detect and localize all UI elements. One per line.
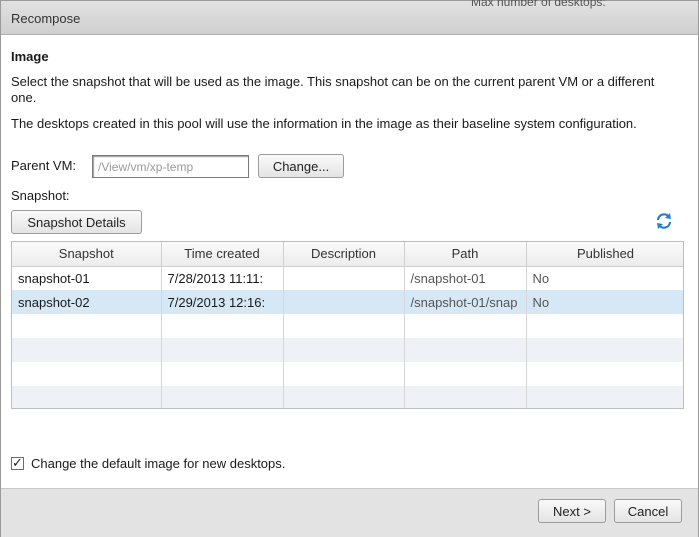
table-row-selected[interactable]: snapshot-02 7/29/2013 12:16: /snapshot-0… — [12, 290, 683, 314]
column-header-path[interactable]: Path — [404, 242, 527, 267]
cell-snapshot: snapshot-01 — [12, 266, 162, 290]
default-image-checkbox[interactable]: ✓ — [11, 455, 24, 470]
empty-row — [12, 362, 683, 386]
cell-time-created: 7/29/2013 12:16: — [161, 290, 284, 314]
column-header-description[interactable]: Description — [283, 242, 405, 267]
checkmark-icon: ✓ — [12, 455, 23, 470]
cell-time-created: 7/28/2013 11:11: — [161, 266, 284, 290]
table-row[interactable]: snapshot-01 7/28/2013 11:11: /snapshot-0… — [12, 266, 683, 290]
parent-vm-field[interactable] — [92, 155, 249, 178]
image-section-title: Image — [11, 49, 49, 64]
cell-snapshot: snapshot-02 — [12, 290, 162, 314]
cancel-button[interactable]: Cancel — [614, 499, 682, 523]
cell-description — [283, 290, 405, 314]
snapshot-table: Snapshot Time created Description Path P… — [11, 241, 684, 409]
table-header-row: Snapshot Time created Description Path P… — [12, 242, 683, 267]
next-button[interactable]: Next > — [538, 499, 606, 523]
empty-row — [12, 314, 683, 338]
empty-row — [12, 386, 683, 408]
title-bar: Max number of desktops: Recompose — [1, 0, 698, 35]
background-window-text: Max number of desktops: — [471, 0, 606, 9]
image-description-1: Select the snapshot that will be used as… — [11, 74, 655, 105]
cell-path: /snapshot-01/snap — [404, 290, 527, 314]
parent-vm-label: Parent VM: — [11, 158, 77, 173]
empty-row — [12, 338, 683, 362]
column-header-published[interactable]: Published — [526, 242, 683, 267]
image-description-2: The desktops created in this pool will u… — [11, 116, 637, 131]
column-header-snapshot[interactable]: Snapshot — [12, 242, 162, 267]
recompose-dialog: Max number of desktops: Recompose Image … — [0, 0, 699, 537]
refresh-icon[interactable] — [655, 212, 673, 230]
cell-description — [283, 266, 405, 290]
cell-published: No — [526, 290, 683, 314]
change-button[interactable]: Change... — [258, 154, 344, 178]
snapshot-label: Snapshot: — [11, 188, 70, 203]
cell-published: No — [526, 266, 683, 290]
cell-path: /snapshot-01 — [404, 266, 527, 290]
column-header-time-created[interactable]: Time created — [161, 242, 284, 267]
default-image-label[interactable]: Change the default image for new desktop… — [31, 456, 285, 471]
dialog-footer: Next > Cancel — [1, 488, 698, 537]
snapshot-details-button[interactable]: Snapshot Details — [11, 210, 142, 234]
dialog-title: Recompose — [11, 11, 81, 26]
